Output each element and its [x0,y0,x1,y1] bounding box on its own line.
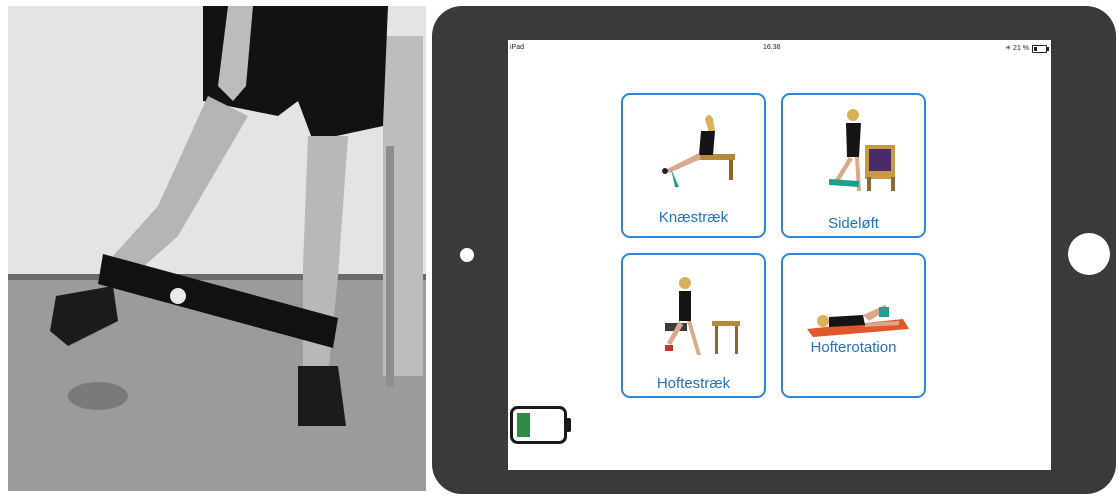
exercise-photo [8,6,426,491]
tile-label: Hofterotation [810,339,897,356]
tile-sideloeft[interactable]: Sideløft [781,93,926,238]
camera-dot [460,248,474,262]
knee-stretch-exercise-image [662,115,735,187]
tile-hoftestraek[interactable]: Hoftestræk [621,253,766,398]
tile-label: Hoftestræk [656,375,731,392]
tile-label: Knæstræk [658,209,729,226]
tile-hofterotation[interactable]: Hofterotation [781,253,926,398]
battery-icon [1032,45,1049,53]
hip-rotation-exercise-image [807,305,909,337]
hip-stretch-exercise-image [665,277,740,355]
tile-label: Sideløft [828,215,879,232]
status-battery-text: ✳ 21 % [1005,45,1029,52]
status-time: 16.38 [763,44,781,51]
battery-level-icon [510,406,571,444]
tablet-screen: iPad 16.38 ✳ 21 % Knæstræk Sideløft Hoft… [508,40,1051,470]
status-carrier: iPad [510,44,525,51]
side-lift-exercise-image [829,109,895,191]
tile-knaestraek[interactable]: Knæstræk [621,93,766,238]
home-button[interactable] [1068,233,1110,275]
